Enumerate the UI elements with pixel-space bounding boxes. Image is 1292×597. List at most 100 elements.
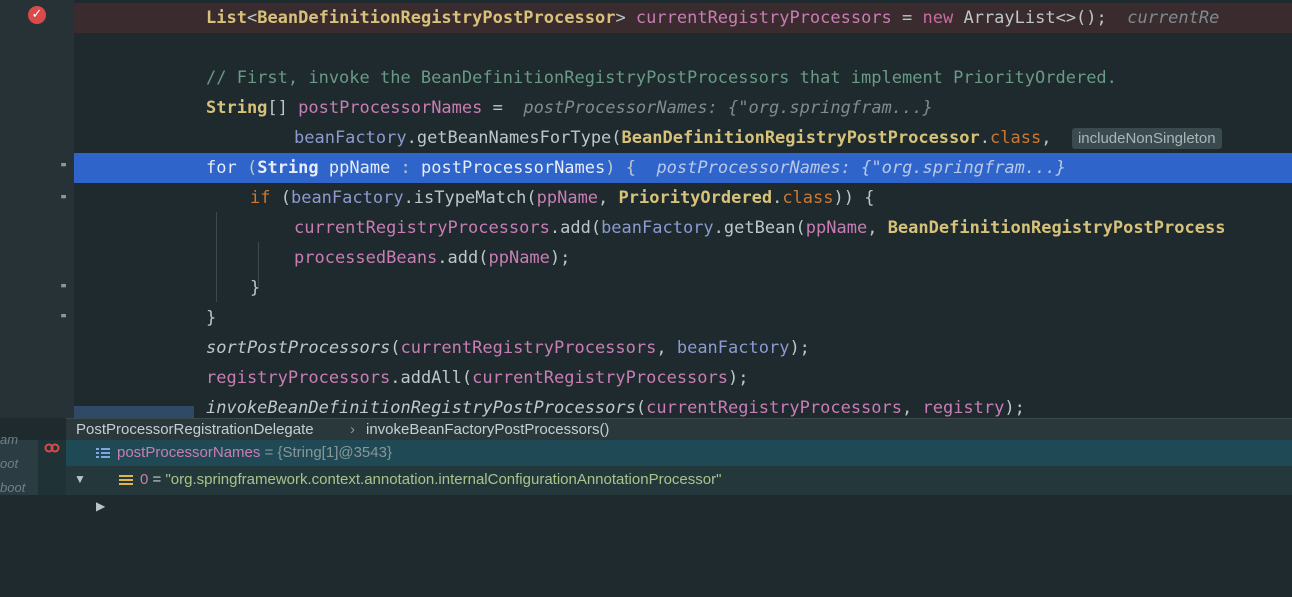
code-line[interactable]: String[] postProcessorNames = postProces…: [74, 93, 1292, 123]
code-token: BeanDefinitionRegistryPostProcessor: [621, 128, 980, 148]
inline-value-hint: currentRe: [1127, 8, 1220, 28]
code-token: .getBeanNamesForType(: [406, 128, 622, 148]
code-token: }: [250, 278, 261, 298]
gutter-separator: [66, 0, 74, 418]
triangle-right-icon[interactable]: ▶: [96, 493, 105, 519]
code-token: List: [206, 8, 247, 28]
chevron-right-icon: ›: [350, 421, 355, 438]
code-token: =: [891, 8, 923, 28]
horizontal-scrollbar[interactable]: [74, 406, 194, 418]
code-token: (: [390, 338, 401, 358]
code-token: );: [789, 338, 810, 358]
code-line[interactable]: }: [74, 273, 1292, 303]
infinity-icon[interactable]: [44, 442, 60, 454]
code-token: []: [267, 98, 299, 118]
code-token: registryProcessors: [206, 368, 391, 388]
code-line[interactable]: if (beanFactory.isTypeMatch(ppName, Prio…: [74, 183, 1292, 213]
code-token: currentRegistryProcessors: [646, 398, 902, 418]
code-token: currentRegistryProcessors: [294, 218, 550, 238]
code-token: ,: [656, 338, 677, 358]
code-token: beanFactory: [294, 128, 407, 148]
code-token: BeanDefinitionRegistryPostProcess: [887, 218, 1226, 238]
editor-gutter[interactable]: ✓ ▬ ▬ ▬ ▬: [0, 0, 69, 418]
code-token: String: [206, 98, 268, 118]
code-token: registry: [922, 398, 1005, 418]
code-token: =: [482, 98, 524, 118]
code-token: .add(: [437, 248, 489, 268]
side-label: oot: [0, 456, 19, 471]
code-token: (: [635, 398, 647, 418]
code-line[interactable]: // First, invoke the BeanDefinitionRegis…: [74, 63, 1292, 93]
code-token: beanFactory: [290, 188, 404, 208]
inline-value-hint: postProcessorNames: {"org.springfram...}: [656, 158, 1066, 178]
code-token: .: [772, 188, 783, 208]
code-token: processedBeans: [294, 248, 438, 268]
code-token: postProcessorNames: [298, 98, 483, 118]
code-line[interactable]: registryProcessors.addAll(currentRegistr…: [74, 363, 1292, 393]
code-token: )) {: [833, 188, 875, 208]
code-token: .getBean(: [713, 218, 806, 238]
code-line[interactable]: sortPostProcessors(currentRegistryProces…: [74, 333, 1292, 363]
code-token: class: [782, 188, 834, 208]
project-panel-edge: am oot boot: [0, 432, 38, 495]
parameter-hint: includeNonSingleton: [1071, 128, 1222, 149]
code-token: sortPostProcessors: [206, 338, 391, 358]
debug-variables-panel: ▼ postProcessorNames = {String[1]@3543} …: [66, 440, 1292, 513]
code-token: ppName: [536, 188, 599, 208]
code-editor[interactable]: List< BeanDefinitionRegistryPostProcessor…: [74, 0, 1292, 418]
code-token: );: [1004, 398, 1025, 418]
code-line[interactable]: beanFactory.getBeanNamesForType(BeanDefi…: [74, 123, 1292, 153]
code-token: beanFactory: [676, 338, 790, 358]
code-comment: // First, invoke the BeanDefinitionRegis…: [206, 68, 1117, 88]
code-token: currentRegistryProcessors: [635, 8, 892, 28]
code-token: for: [206, 158, 237, 178]
variable-child-row[interactable]: ▶ 0 = "org.springframework.context.annot…: [66, 467, 1292, 513]
code-token: PriorityOrdered: [618, 188, 773, 208]
code-token: ,: [902, 398, 923, 418]
code-token: );: [549, 248, 571, 268]
code-token: if: [250, 188, 271, 208]
breadcrumb: PostProcessorRegistrationDelegate › invo…: [66, 418, 1292, 441]
code-token: ,: [598, 188, 619, 208]
child-equals: =: [148, 471, 166, 488]
code-line[interactable]: invokeBeanDefinitionRegistryPostProcesso…: [74, 393, 1292, 418]
code-token: (: [236, 158, 258, 178]
code-token: postProcessorNames: [421, 158, 606, 178]
code-token: invokeBeanDefinitionRegistryPostProcesso…: [206, 398, 636, 418]
code-line[interactable]: currentRegistryProcessors.add(beanFactor…: [74, 213, 1292, 243]
side-label: boot: [0, 480, 26, 495]
field-icon: [119, 467, 133, 493]
code-token: <: [246, 8, 258, 28]
variable-name: postProcessorNames: [117, 444, 261, 461]
code-token: ArrayList<>();: [953, 8, 1128, 28]
array-icon: [96, 440, 110, 466]
code-token: >: [615, 8, 636, 28]
code-token: .isTypeMatch(: [403, 188, 537, 208]
code-token: new: [922, 8, 954, 28]
code-token: String: [257, 158, 319, 178]
code-token: (: [270, 188, 291, 208]
code-token: ,: [1041, 128, 1052, 148]
code-token: }: [206, 308, 217, 328]
debug-toolbar: [38, 440, 66, 495]
code-token: :: [390, 158, 422, 178]
code-token: currentRegistryProcessors: [472, 368, 728, 388]
code-token: class: [990, 128, 1042, 148]
variable-row[interactable]: ▼ postProcessorNames = {String[1]@3543}: [66, 440, 1292, 486]
code-line-breakpoint[interactable]: List<BeanDefinitionRegistryPostProcessor…: [74, 3, 1292, 33]
breakpoint-check-icon[interactable]: ✓: [28, 6, 46, 24]
breadcrumb-class[interactable]: PostProcessorRegistrationDelegate: [76, 419, 314, 441]
code-token: ) {: [605, 158, 657, 178]
code-token: );: [728, 368, 749, 388]
code-line[interactable]: processedBeans.add(ppName);: [74, 243, 1292, 273]
code-token: ppName: [328, 158, 391, 178]
code-token: beanFactory: [601, 218, 714, 238]
side-label: am: [0, 432, 19, 447]
code-token: .add(: [549, 218, 602, 238]
breadcrumb-method[interactable]: invokeBeanFactoryPostProcessors(): [366, 419, 609, 441]
inline-value-hint: postProcessorNames: {"org.springfram...}: [523, 98, 933, 118]
code-token: ,: [867, 218, 888, 238]
code-line[interactable]: }: [74, 303, 1292, 333]
code-line-current[interactable]: for (String ppName : postProcessorNames)…: [74, 153, 1292, 183]
